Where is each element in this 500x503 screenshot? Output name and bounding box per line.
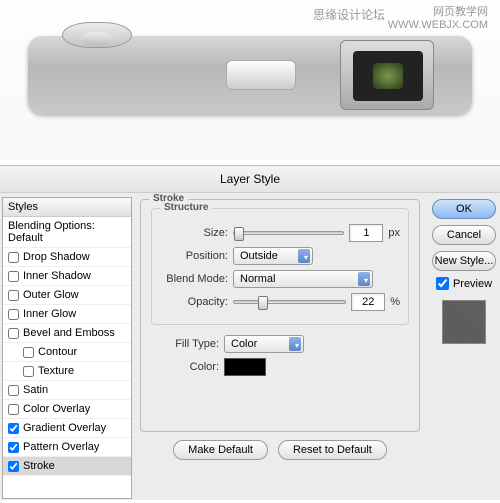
sidebar-checkbox[interactable] xyxy=(8,309,19,320)
sidebar-item-label: Pattern Overlay xyxy=(23,441,99,453)
sidebar-checkbox[interactable] xyxy=(8,328,19,339)
opacity-unit: % xyxy=(390,296,400,308)
make-default-button[interactable]: Make Default xyxy=(173,440,268,460)
opacity-input[interactable]: 22 xyxy=(351,293,385,311)
size-input[interactable]: 1 xyxy=(349,224,383,242)
sidebar-checkbox[interactable] xyxy=(8,271,19,282)
stroke-panel: Stroke Structure Size: 1 px Position: Ou… xyxy=(132,193,428,503)
sidebar-item-stroke[interactable]: Stroke xyxy=(3,457,131,476)
size-unit: px xyxy=(388,227,400,239)
reset-default-button[interactable]: Reset to Default xyxy=(278,440,387,460)
preview-label: Preview xyxy=(453,278,492,290)
sidebar-item-label: Color Overlay xyxy=(23,403,90,415)
sidebar-item-label: Inner Glow xyxy=(23,308,76,320)
sidebar-item-label: Drop Shadow xyxy=(23,251,90,263)
blend-mode-select[interactable]: Normal xyxy=(233,270,373,288)
preview-swatch xyxy=(442,300,486,344)
watermark-left: 思缘设计论坛 xyxy=(313,6,385,23)
dialog-title: Layer Style xyxy=(0,166,500,193)
color-swatch[interactable] xyxy=(224,358,266,376)
sidebar-header[interactable]: Styles xyxy=(3,198,131,217)
size-slider[interactable] xyxy=(233,231,344,235)
sidebar-checkbox[interactable] xyxy=(23,366,34,377)
sidebar-item-drop-shadow[interactable]: Drop Shadow xyxy=(3,248,131,267)
sidebar-item-contour[interactable]: Contour xyxy=(3,343,131,362)
preview-checkbox[interactable] xyxy=(436,277,449,290)
camera-viewfinder-icon xyxy=(340,40,434,110)
structure-label: Structure xyxy=(160,202,212,213)
position-label: Position: xyxy=(160,250,228,262)
sidebar-item-bevel-and-emboss[interactable]: Bevel and Emboss xyxy=(3,324,131,343)
cancel-button[interactable]: Cancel xyxy=(432,225,496,245)
sidebar-item-label: Satin xyxy=(23,384,48,396)
tutorial-image: 思缘设计论坛 网页教学网WWW.WEBJX.COM xyxy=(0,0,500,160)
blending-options-row[interactable]: Blending Options: Default xyxy=(3,217,131,248)
sidebar-item-satin[interactable]: Satin xyxy=(3,381,131,400)
sidebar-item-label: Texture xyxy=(38,365,74,377)
sidebar-checkbox[interactable] xyxy=(8,385,19,396)
size-label: Size: xyxy=(160,227,228,239)
blend-mode-label: Blend Mode: xyxy=(160,273,228,285)
layer-style-dialog: Layer Style Styles Blending Options: Def… xyxy=(0,165,500,500)
fill-type-label: Fill Type: xyxy=(151,338,219,350)
camera-shutter-icon xyxy=(80,32,114,46)
camera-flash-icon xyxy=(226,60,296,90)
sidebar-item-gradient-overlay[interactable]: Gradient Overlay xyxy=(3,419,131,438)
preview-checkbox-row[interactable]: Preview xyxy=(436,277,492,290)
sidebar-checkbox[interactable] xyxy=(8,290,19,301)
watermark-right: 网页教学网WWW.WEBJX.COM xyxy=(388,6,488,32)
sidebar-item-label: Inner Shadow xyxy=(23,270,91,282)
color-label: Color: xyxy=(151,361,219,373)
sidebar-checkbox[interactable] xyxy=(8,442,19,453)
sidebar-checkbox[interactable] xyxy=(23,347,34,358)
sidebar-item-label: Outer Glow xyxy=(23,289,79,301)
sidebar-item-inner-shadow[interactable]: Inner Shadow xyxy=(3,267,131,286)
opacity-label: Opacity: xyxy=(160,296,228,308)
dialog-buttons: OK Cancel New Style... Preview xyxy=(428,193,500,503)
sidebar-checkbox[interactable] xyxy=(8,461,19,472)
position-select[interactable]: Outside xyxy=(233,247,313,265)
ok-button[interactable]: OK xyxy=(432,199,496,219)
sidebar-checkbox[interactable] xyxy=(8,404,19,415)
styles-sidebar: Styles Blending Options: Default Drop Sh… xyxy=(2,197,132,499)
sidebar-checkbox[interactable] xyxy=(8,423,19,434)
sidebar-item-label: Contour xyxy=(38,346,77,358)
sidebar-item-inner-glow[interactable]: Inner Glow xyxy=(3,305,131,324)
sidebar-item-pattern-overlay[interactable]: Pattern Overlay xyxy=(3,438,131,457)
sidebar-item-label: Gradient Overlay xyxy=(23,422,106,434)
fill-type-select[interactable]: Color xyxy=(224,335,304,353)
new-style-button[interactable]: New Style... xyxy=(432,251,496,271)
sidebar-item-texture[interactable]: Texture xyxy=(3,362,131,381)
sidebar-checkbox[interactable] xyxy=(8,252,19,263)
opacity-slider[interactable] xyxy=(233,300,346,304)
camera-illustration xyxy=(28,36,472,114)
sidebar-item-label: Bevel and Emboss xyxy=(23,327,115,339)
sidebar-item-color-overlay[interactable]: Color Overlay xyxy=(3,400,131,419)
sidebar-item-outer-glow[interactable]: Outer Glow xyxy=(3,286,131,305)
sidebar-item-label: Stroke xyxy=(23,460,55,472)
